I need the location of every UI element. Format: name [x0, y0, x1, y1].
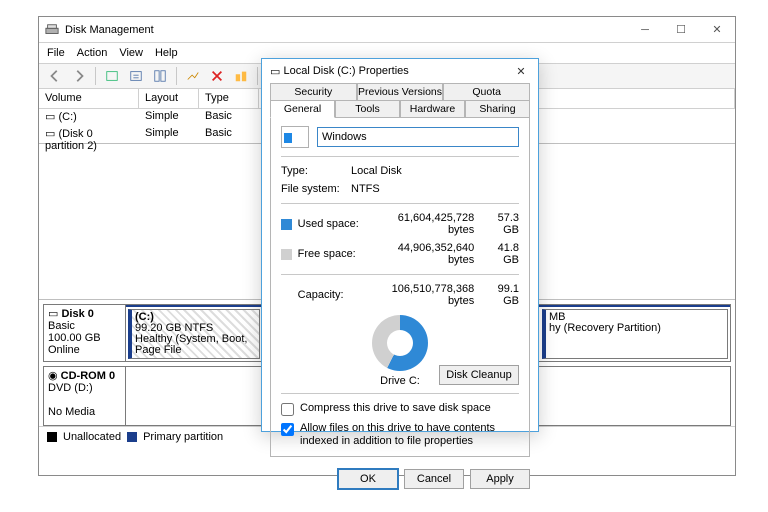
menu-action[interactable]: Action [77, 47, 108, 59]
legend-primary: Primary partition [143, 431, 223, 443]
drive-icon: ▭ [45, 111, 55, 123]
capacity-gb: 99.1 GB [480, 283, 519, 307]
drive-icon: ▭ [45, 128, 55, 140]
dialog-button-row: OK Cancel Apply [262, 463, 538, 495]
free-label: Free space: [298, 248, 364, 260]
used-bytes: 61,604,425,728 bytes [370, 212, 475, 236]
cancel-button[interactable]: Cancel [404, 469, 464, 489]
disk-info: ◉ CD-ROM 0 DVD (D:) No Media [44, 367, 126, 425]
type-label: Type: [281, 165, 351, 177]
tab-security[interactable]: Security [270, 83, 357, 101]
maximize-button[interactable]: ☐ [663, 17, 699, 43]
close-button[interactable]: ✕ [699, 17, 735, 43]
delete-icon[interactable] [207, 66, 227, 86]
disk-icon: ▭ [48, 308, 58, 320]
col-layout[interactable]: Layout [139, 89, 199, 108]
index-checkbox[interactable] [281, 423, 294, 436]
ok-button[interactable]: OK [338, 469, 398, 489]
compress-checkbox-label[interactable]: Compress this drive to save disk space [281, 402, 519, 416]
tool-btn-2[interactable] [126, 66, 146, 86]
dialog-titlebar[interactable]: ▭ Local Disk (C:) Properties ✕ [262, 59, 538, 83]
used-label: Used space: [298, 218, 364, 230]
properties-dialog: ▭ Local Disk (C:) Properties ✕ Security … [261, 58, 539, 432]
legend-unallocated: Unallocated [63, 431, 121, 443]
tab-previous-versions[interactable]: Previous Versions [357, 83, 444, 101]
disk-info: ▭ Disk 0 Basic 100.00 GB Online [44, 305, 126, 361]
legend-swatch-unallocated [47, 432, 57, 442]
disc-icon: ◉ [48, 370, 58, 382]
minimize-button[interactable]: ─ [627, 17, 663, 43]
capacity-bytes: 106,510,778,368 bytes [370, 283, 475, 307]
close-icon[interactable]: ✕ [504, 59, 538, 83]
col-type[interactable]: Type [199, 89, 259, 108]
forward-button[interactable] [69, 66, 89, 86]
window-title: Disk Management [65, 24, 154, 36]
used-gb: 57.3 GB [480, 212, 519, 236]
filesystem-value: NTFS [351, 183, 380, 195]
tab-general[interactable]: General [270, 100, 335, 118]
drive-icon: ▭ [270, 65, 280, 78]
free-swatch [281, 249, 292, 260]
tool-btn-5[interactable] [231, 66, 251, 86]
menu-view[interactable]: View [119, 47, 143, 59]
drive-icon [281, 126, 309, 148]
tool-btn-1[interactable] [102, 66, 122, 86]
index-checkbox-label[interactable]: Allow files on this drive to have conten… [281, 422, 519, 448]
tab-sharing[interactable]: Sharing [465, 100, 530, 118]
col-volume[interactable]: Volume [39, 89, 139, 108]
legend-swatch-primary [127, 432, 137, 442]
filesystem-label: File system: [281, 183, 351, 195]
drive-letter-label: Drive C: [380, 375, 420, 387]
menu-file[interactable]: File [47, 47, 65, 59]
volume-label-input[interactable] [317, 127, 519, 147]
apply-button[interactable]: Apply [470, 469, 530, 489]
titlebar[interactable]: Disk Management ─ ☐ ✕ [39, 17, 735, 43]
type-value: Local Disk [351, 165, 402, 177]
tab-quota[interactable]: Quota [443, 83, 530, 101]
app-icon [45, 23, 59, 37]
tool-btn-3[interactable] [150, 66, 170, 86]
free-gb: 41.8 GB [480, 242, 519, 266]
used-swatch [281, 219, 292, 230]
disk-cleanup-button[interactable]: Disk Cleanup [439, 365, 519, 385]
back-button[interactable] [45, 66, 65, 86]
tab-tools[interactable]: Tools [335, 100, 400, 118]
capacity-label: Capacity: [298, 289, 364, 301]
tabs: Security Previous Versions Quota General… [270, 83, 530, 118]
partition-c[interactable]: (C:) 99.20 GB NTFS Healthy (System, Boot… [128, 309, 260, 359]
dialog-title: Local Disk (C:) Properties [283, 65, 408, 77]
menu-help[interactable]: Help [155, 47, 178, 59]
partition-recovery[interactable]: MB hy (Recovery Partition) [542, 309, 728, 359]
tab-general-body: Type:Local Disk File system:NTFS Used sp… [270, 118, 530, 457]
free-bytes: 44,906,352,640 bytes [370, 242, 475, 266]
usage-donut-chart [372, 315, 428, 371]
tab-hardware[interactable]: Hardware [400, 100, 465, 118]
tool-btn-4[interactable] [183, 66, 203, 86]
compress-checkbox[interactable] [281, 403, 294, 416]
